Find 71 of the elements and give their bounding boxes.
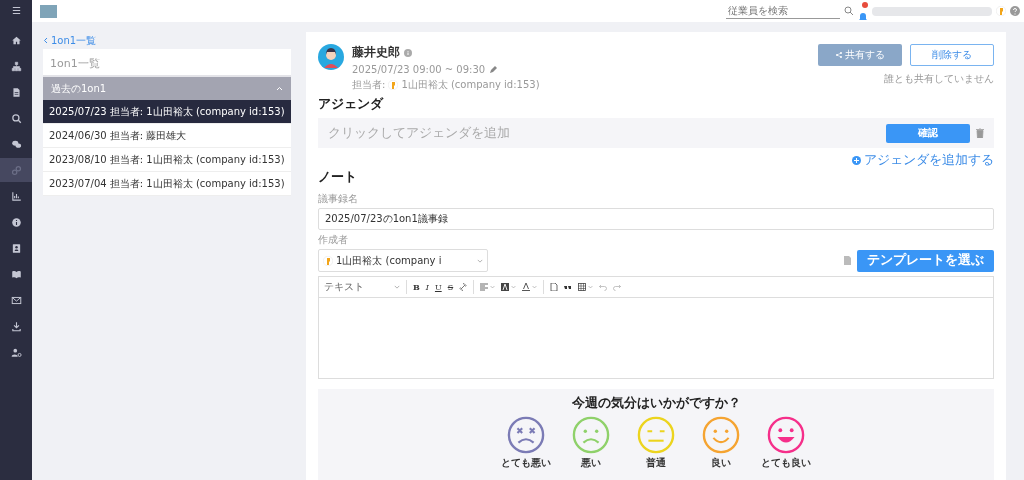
title-input[interactable]: 2025/07/23の1on1議事録 <box>318 208 994 230</box>
plus-icon <box>852 156 861 165</box>
author-dropdown[interactable]: 1山田裕太 (company i <box>318 249 488 272</box>
owner-label: 担当者: <box>352 78 386 92</box>
delete-button[interactable]: 削除する <box>910 44 994 66</box>
home-icon <box>10 34 22 46</box>
add-agenda-link[interactable]: アジェンダを追加する <box>852 152 994 169</box>
mood-question: 今週の気分はいかがですか？ <box>571 395 741 412</box>
font-color-icon[interactable] <box>522 283 538 291</box>
contact-book-icon <box>10 242 22 254</box>
chevron-left-icon <box>43 37 48 44</box>
share-icon <box>835 52 842 58</box>
trash-icon[interactable] <box>976 128 984 138</box>
file-icon <box>844 256 851 265</box>
avatar-icon <box>996 6 1006 16</box>
person-name: 藤井史郎 <box>352 44 400 61</box>
caret-icon <box>511 285 517 289</box>
field-label: 作成者 <box>318 233 349 247</box>
meeting-list-item[interactable]: 2025/07/23 担当者: 1山田裕太 (company id:153) <box>43 100 291 124</box>
link-icon[interactable] <box>459 283 468 291</box>
document-icon <box>10 86 22 98</box>
search-icon[interactable] <box>844 6 854 16</box>
meeting-datetime: 2025/07/23 09:00 ~ 09:30 <box>352 64 486 75</box>
mood-label: 悪い <box>581 456 601 470</box>
pencil-icon[interactable] <box>489 65 498 74</box>
mood-label: 普通 <box>646 456 666 470</box>
insert-file-icon[interactable] <box>550 283 559 291</box>
share-status: 誰とも共有していません <box>884 72 994 86</box>
search-icon <box>10 112 22 124</box>
caret-icon <box>394 285 400 289</box>
chart-icon <box>10 190 22 202</box>
avatar-icon <box>388 80 399 90</box>
caret-icon <box>490 285 496 289</box>
book-icon <box>10 268 22 280</box>
caret-icon <box>477 258 483 263</box>
help-icon[interactable] <box>1010 6 1020 16</box>
rich-text-editor[interactable]: テキスト B I U S <box>318 276 994 379</box>
face-icon[interactable] <box>507 416 545 454</box>
org-chart-icon <box>10 60 22 72</box>
face-icon[interactable] <box>767 416 805 454</box>
panel-title: 1on1一覧 <box>49 56 101 72</box>
caret-icon <box>532 285 538 289</box>
logo-image <box>40 4 57 18</box>
quote-icon[interactable] <box>564 283 573 291</box>
bold-button[interactable]: B <box>413 282 420 292</box>
info-icon <box>10 216 22 228</box>
user-settings-icon <box>10 346 22 358</box>
highlight-icon[interactable] <box>501 283 517 291</box>
link-icon <box>10 164 22 176</box>
search-field[interactable]: 従業員を検索 <box>726 3 840 19</box>
avatar-icon <box>318 44 344 70</box>
mood-label: とても悪い <box>501 456 551 470</box>
chevron-icon <box>276 86 283 91</box>
mood-label: 良い <box>711 456 731 470</box>
table-icon[interactable] <box>578 283 594 291</box>
italic-button[interactable]: I <box>425 282 429 292</box>
chat-icon <box>10 138 22 150</box>
strikethrough-button[interactable]: S <box>447 282 454 292</box>
caret-icon <box>588 285 594 289</box>
agenda-placeholder: クリックしてアジェンダを追加 <box>328 124 511 142</box>
note-heading: ノート <box>318 169 358 186</box>
underline-button[interactable]: U <box>434 282 442 292</box>
mood-label: とても良い <box>761 456 811 470</box>
field-label: 議事録名 <box>318 192 359 206</box>
text-style-dropdown[interactable]: テキスト <box>324 280 400 294</box>
agenda-heading: アジェンダ <box>318 96 385 113</box>
owner-name: 1山田裕太 (company id:153) <box>401 78 540 92</box>
download-icon <box>10 320 22 332</box>
avatar-icon <box>323 255 333 266</box>
menu-icon <box>10 4 22 16</box>
mail-icon <box>10 294 22 306</box>
